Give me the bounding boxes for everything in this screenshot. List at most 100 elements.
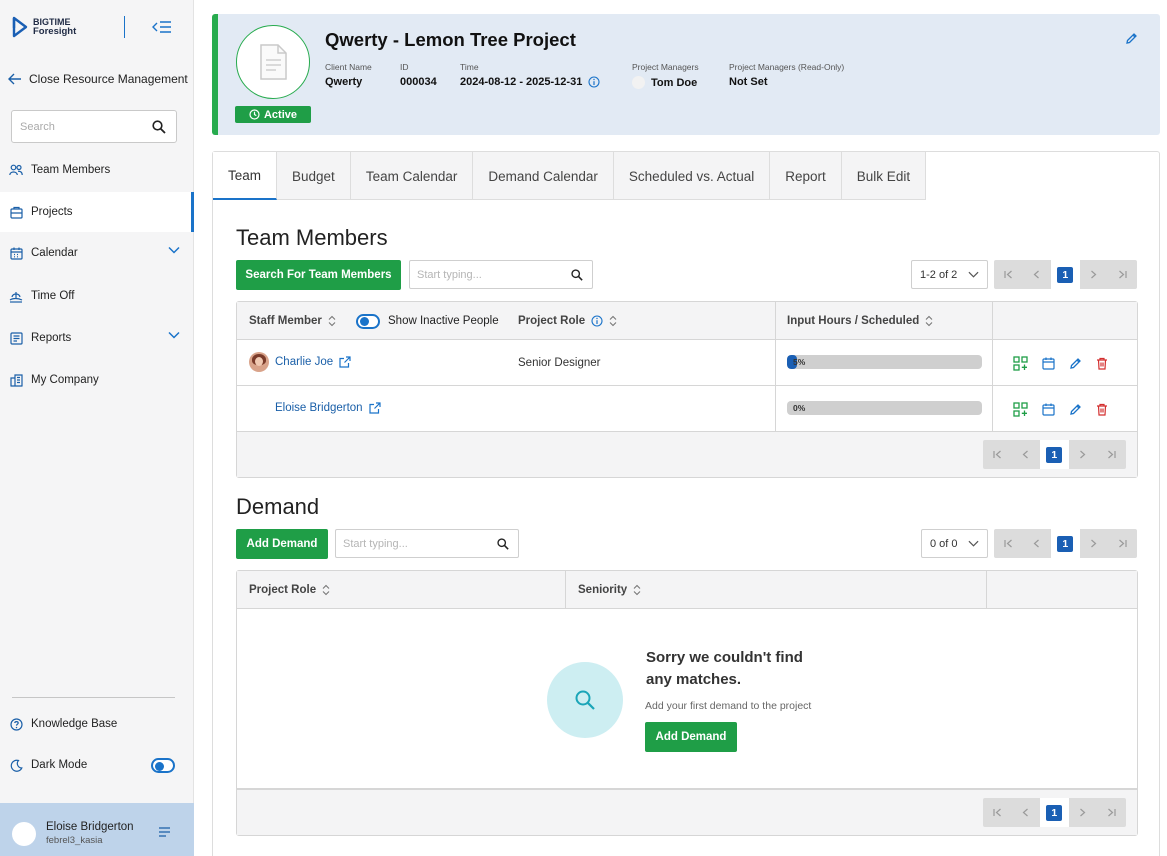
- project-avatar: [236, 25, 310, 99]
- chevron-down-icon[interactable]: [168, 246, 180, 254]
- tab-bar: Team Budget Team Calendar Demand Calenda…: [213, 152, 927, 200]
- trash-icon[interactable]: [1096, 357, 1108, 370]
- edit-project-icon[interactable]: [1125, 32, 1138, 45]
- last-page-button[interactable]: [1097, 440, 1126, 469]
- chevron-right-icon: [1091, 539, 1097, 548]
- current-page[interactable]: 1: [1040, 440, 1069, 469]
- tab-budget[interactable]: Budget: [277, 152, 351, 200]
- sidebar-item-reports[interactable]: Reports: [0, 318, 194, 358]
- team-page-range-select[interactable]: 1-2 of 2: [911, 260, 988, 289]
- show-inactive-label: Show Inactive People: [388, 315, 499, 327]
- search-icon[interactable]: [497, 538, 509, 550]
- current-page[interactable]: 1: [1051, 529, 1080, 558]
- sidebar-item-team-members[interactable]: Team Members: [0, 150, 194, 190]
- sidebar-search: [11, 110, 177, 143]
- team-table-header: Staff Member Show Inactive People Projec…: [237, 302, 1137, 340]
- show-inactive-toggle[interactable]: [356, 313, 380, 329]
- tab-bulk-edit[interactable]: Bulk Edit: [842, 152, 927, 200]
- prev-page-button[interactable]: [1023, 260, 1052, 289]
- external-link-icon[interactable]: [339, 356, 351, 368]
- sidebar-item-projects[interactable]: Projects: [0, 192, 194, 232]
- info-icon[interactable]: [591, 315, 603, 327]
- search-icon[interactable]: [571, 269, 583, 281]
- calendar-icon[interactable]: [1042, 403, 1055, 416]
- sidebar-item-label: My Company: [31, 374, 99, 386]
- project-role-header[interactable]: Project Role: [518, 302, 617, 340]
- demand-search-input[interactable]: [336, 530, 482, 557]
- time-row: 2024-08-12 - 2025-12-31: [460, 76, 600, 88]
- first-page-button[interactable]: [983, 440, 1012, 469]
- last-page-button[interactable]: [1097, 798, 1126, 827]
- demand-pagination-top: 1: [994, 529, 1137, 558]
- project-role-cell: Senior Designer: [518, 357, 601, 369]
- sort-icon: [322, 584, 330, 596]
- prev-page-button[interactable]: [1012, 798, 1041, 827]
- bigtime-logo-icon: [12, 16, 28, 38]
- last-page-button[interactable]: [1108, 260, 1137, 289]
- team-search-input[interactable]: [410, 261, 556, 288]
- empty-add-demand-button[interactable]: Add Demand: [645, 722, 737, 752]
- tab-team-calendar[interactable]: Team Calendar: [351, 152, 474, 200]
- brand-line2: Foresight: [33, 26, 77, 37]
- prev-page-button[interactable]: [1023, 529, 1052, 558]
- add-demand-button[interactable]: Add Demand: [236, 529, 328, 559]
- brand-logo[interactable]: BIGTIME Foresight: [12, 16, 76, 38]
- seniority-header[interactable]: Seniority: [578, 571, 641, 609]
- sidebar-item-my-company[interactable]: My Company: [0, 360, 194, 400]
- first-page-button[interactable]: [994, 529, 1023, 558]
- staff-member-link[interactable]: Eloise Bridgerton: [275, 402, 363, 414]
- help-circle-icon: [9, 717, 23, 731]
- sidebar-search-input[interactable]: [12, 111, 142, 142]
- sidebar-item-calendar[interactable]: Calendar: [0, 233, 194, 273]
- first-page-button[interactable]: [983, 798, 1012, 827]
- user-menu-icon[interactable]: [158, 827, 171, 837]
- calendar-icon[interactable]: [1042, 357, 1055, 370]
- collapse-sidebar-button[interactable]: [150, 16, 174, 38]
- sort-icon: [609, 315, 617, 327]
- current-page[interactable]: 1: [1051, 260, 1080, 289]
- assign-icon[interactable]: [1013, 356, 1028, 371]
- sidebar-item-label: Time Off: [31, 290, 75, 302]
- team-table-footer: 1: [237, 432, 1137, 477]
- tab-demand-calendar[interactable]: Demand Calendar: [473, 152, 614, 200]
- info-icon[interactable]: [588, 76, 600, 88]
- input-hours-header[interactable]: Input Hours / Scheduled: [787, 302, 933, 340]
- tab-scheduled-vs-actual[interactable]: Scheduled vs. Actual: [614, 152, 771, 200]
- first-page-button[interactable]: [994, 260, 1023, 289]
- search-icon[interactable]: [152, 120, 166, 134]
- chevron-left-icon: [1022, 450, 1029, 459]
- next-page-button[interactable]: [1069, 798, 1098, 827]
- demand-role-header[interactable]: Project Role: [249, 571, 330, 609]
- external-link-icon[interactable]: [368, 402, 381, 414]
- staff-member-header[interactable]: Staff Member: [249, 302, 336, 340]
- tab-team[interactable]: Team: [213, 152, 278, 200]
- next-page-button[interactable]: [1080, 260, 1109, 289]
- user-profile[interactable]: Eloise Bridgerton febrel3_kasia: [0, 803, 194, 856]
- team-pagination-top: 1: [994, 260, 1137, 289]
- column-divider: [565, 571, 566, 609]
- page-number: 1: [1046, 446, 1063, 463]
- next-page-button[interactable]: [1080, 529, 1109, 558]
- last-page-button[interactable]: [1108, 529, 1137, 558]
- search-team-members-button[interactable]: Search For Team Members: [236, 260, 401, 290]
- edit-icon[interactable]: [1069, 403, 1082, 416]
- dark-mode-toggle[interactable]: [151, 758, 175, 773]
- reports-icon: [9, 331, 23, 345]
- prev-page-button[interactable]: [1012, 440, 1041, 469]
- knowledge-base-link[interactable]: Knowledge Base: [0, 704, 194, 744]
- chevron-down-icon[interactable]: [168, 331, 180, 339]
- sidebar-item-time-off[interactable]: Time Off: [0, 276, 194, 316]
- current-page[interactable]: 1: [1040, 798, 1069, 827]
- first-page-icon: [1004, 539, 1012, 548]
- next-page-button[interactable]: [1069, 440, 1098, 469]
- show-inactive-toggle-row: Show Inactive People: [356, 302, 499, 340]
- moon-icon: [9, 758, 23, 772]
- staff-member-link[interactable]: Charlie Joe: [275, 356, 333, 368]
- trash-icon[interactable]: [1096, 403, 1108, 416]
- tab-report[interactable]: Report: [770, 152, 842, 200]
- assign-icon[interactable]: [1013, 402, 1028, 417]
- demand-page-range-select[interactable]: 0 of 0: [921, 529, 988, 558]
- edit-icon[interactable]: [1069, 357, 1082, 370]
- close-resource-management-link[interactable]: Close Resource Management: [8, 72, 188, 86]
- demand-page-range: 0 of 0: [930, 537, 958, 550]
